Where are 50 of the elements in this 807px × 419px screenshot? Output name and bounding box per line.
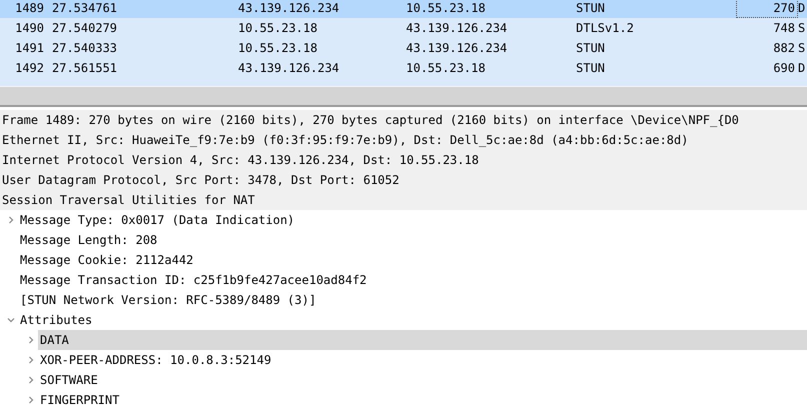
table-cell-text: D [798,1,806,15]
chevron-right-icon[interactable] [27,396,35,404]
tree-item[interactable]: Message Cookie: 2112a442 [18,250,807,270]
pane-splitter[interactable] [0,86,807,107]
table-cell-text: 748 [772,20,796,37]
chevron-down-icon[interactable] [7,316,15,324]
table-cell-text: 27.561551 [52,61,118,75]
table-cell-text: 1489 [14,1,44,15]
tree-item[interactable]: XOR-PEER-ADDRESS: 10.0.8.3:52149 [38,350,807,370]
tree-item[interactable]: Ethernet II, Src: HuaweiTe_f9:7e:b9 (f0:3f:95:f9:7e:b9), Dst: Dell_5c:ae:8d (a4:bb:6d:5c:ae:8d) [0,130,807,150]
tree-item[interactable]: [STUN Network Version: RFC-5389/8489 (3)] [18,290,807,310]
tree-item[interactable]: Message Transaction ID: c25f1b9fe427acee10ad84f2 [18,270,807,290]
tree-item[interactable]: Attributes [18,310,807,330]
table-cell-text: STUN [576,1,606,15]
table-cell-text: 43.139.126.234 [238,61,340,75]
table-cell-text: 10.55.23.18 [238,41,318,55]
chevron-right-icon[interactable] [27,356,35,364]
table-cell-text: 27.540279 [52,21,118,35]
table-cell-text: 882 [772,40,796,57]
table-cell-text: 10.55.23.18 [406,61,486,75]
table-cell-text: STUN [576,61,606,75]
table-cell-text: 10.55.23.18 [406,1,486,15]
table-cell-text: S [798,21,806,35]
tree-item[interactable]: User Datagram Protocol, Src Port: 3478, Dst Port: 61052 [0,170,807,190]
table-cell-text: 43.139.126.234 [406,21,508,35]
tree-item[interactable]: Message Length: 208 [18,230,807,250]
table-cell-text: 690 [772,60,796,77]
chevron-right-icon[interactable] [7,216,15,224]
table-cell-text: 43.139.126.234 [238,1,340,15]
packet-row[interactable]: 1489 27.534761 43.139.126.234 10.55.23.18 STUN 270 D [0,0,807,18]
table-cell-text: STUN [576,41,606,55]
table-cell-text: 43.139.126.234 [406,41,508,55]
chevron-right-icon[interactable] [27,336,35,344]
chevron-right-icon[interactable] [27,376,35,384]
tree-item[interactable]: Frame 1489: 270 bytes on wire (2160 bits), 270 bytes captured (2160 bits) on interface \Device\NPF_{D0 [0,110,807,130]
tree-item[interactable]: FINGERPRINT [38,390,807,410]
table-cell-text: 27.534761 [52,1,118,15]
tree-item[interactable]: Internet Protocol Version 4, Src: 43.139.126.234, Dst: 10.55.23.18 [0,150,807,170]
tree-item[interactable]: Message Type: 0x0017 (Data Indication) [18,210,807,230]
tree-item[interactable]: DATA [38,330,807,350]
table-cell-text: 1492 [14,61,44,75]
table-cell-text: 1491 [14,41,44,55]
table-cell-text: S [798,41,806,55]
table-cell-text: 10.55.23.18 [238,21,318,35]
table-cell-text: D [798,61,806,75]
table-cell-text: 1490 [14,21,44,35]
tree-item[interactable]: Session Traversal Utilities for NAT [0,190,807,210]
table-cell-text: DTLSv1.2 [576,21,635,35]
tree-item[interactable]: SOFTWARE [38,370,807,390]
table-cell-text: 27.540333 [52,41,118,55]
